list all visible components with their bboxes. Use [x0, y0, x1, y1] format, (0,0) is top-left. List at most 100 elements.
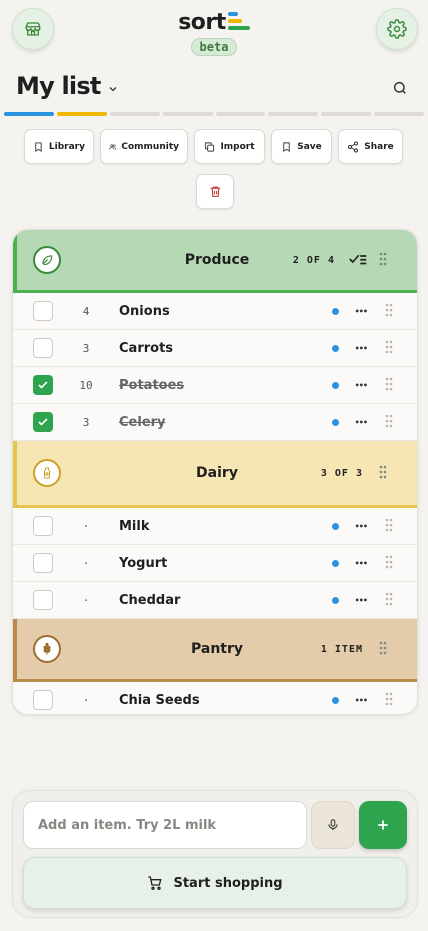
- item-name[interactable]: Yogurt: [119, 556, 167, 571]
- item-name[interactable]: Celery: [119, 415, 166, 430]
- start-shopping-button[interactable]: Start shopping: [23, 857, 407, 909]
- microphone-icon: [328, 819, 338, 831]
- share-icon: [348, 141, 359, 152]
- more-options-icon[interactable]: •••: [355, 522, 368, 531]
- community-button[interactable]: Community: [100, 129, 188, 164]
- share-button[interactable]: Share: [338, 129, 403, 164]
- library-label: Library: [48, 141, 85, 152]
- item-name[interactable]: Carrots: [119, 341, 173, 356]
- more-options-icon[interactable]: •••: [355, 559, 368, 568]
- share-label: Share: [364, 141, 394, 152]
- progress-segment: [215, 112, 266, 116]
- progress-segment: [374, 112, 424, 116]
- item-checkbox[interactable]: [33, 338, 53, 358]
- item-tag-dot: [332, 696, 339, 704]
- more-options-icon[interactable]: •••: [355, 596, 368, 605]
- progress-segment: [56, 112, 107, 116]
- list-item: 3 Carrots •••: [13, 330, 417, 367]
- item-name[interactable]: Potatoes: [119, 378, 184, 393]
- drag-handle-icon[interactable]: [385, 413, 393, 432]
- logo-bar: [227, 19, 242, 23]
- drag-handle-icon[interactable]: [385, 376, 393, 395]
- category-header-pantry[interactable]: Pantry 1 ITEM: [13, 619, 417, 682]
- item-checkbox[interactable]: [33, 412, 53, 432]
- progress-segment: [162, 112, 213, 116]
- drag-handle-icon[interactable]: [385, 302, 393, 321]
- item-quantity[interactable]: ·: [75, 594, 97, 607]
- more-options-icon[interactable]: •••: [355, 344, 368, 353]
- category-header-dairy[interactable]: Dairy 3 OF 3: [13, 441, 417, 508]
- import-button[interactable]: Import: [194, 129, 265, 164]
- check-all-icon[interactable]: [349, 251, 367, 270]
- item-tag-dot: [332, 418, 339, 426]
- drag-handle-icon[interactable]: [385, 691, 393, 710]
- item-name[interactable]: Milk: [119, 519, 150, 534]
- item-checkbox[interactable]: [33, 375, 53, 395]
- item-name[interactable]: Onions: [119, 304, 170, 319]
- item-tag-dot: [332, 559, 339, 567]
- category-count: 2 OF 4: [292, 254, 335, 266]
- item-quantity[interactable]: 4: [75, 305, 97, 318]
- drag-handle-icon[interactable]: [385, 339, 393, 358]
- more-options-icon[interactable]: •••: [355, 307, 368, 316]
- save-label: Save: [297, 141, 322, 152]
- drag-handle-icon[interactable]: [385, 517, 393, 536]
- beta-badge: beta: [190, 38, 238, 56]
- item-checkbox[interactable]: [33, 690, 53, 710]
- progress-bar: [4, 112, 424, 116]
- toolbar: Library Community Import Save Share: [24, 129, 403, 164]
- copy-icon: [205, 141, 215, 152]
- voice-input-button[interactable]: [311, 801, 355, 849]
- item-tag-dot: [332, 522, 339, 530]
- item-checkbox[interactable]: [33, 516, 53, 536]
- search-icon: [393, 81, 406, 94]
- composer-panel: Start shopping: [12, 790, 418, 918]
- drag-handle-icon[interactable]: [379, 640, 387, 659]
- delete-list-button[interactable]: [196, 174, 234, 209]
- item-tag-dot: [332, 344, 339, 352]
- drag-handle-icon[interactable]: [385, 591, 393, 610]
- list-item: 4 Onions •••: [13, 293, 417, 330]
- more-options-icon[interactable]: •••: [355, 696, 368, 705]
- list-item: · Yogurt •••: [13, 545, 417, 582]
- more-options-icon[interactable]: •••: [355, 418, 368, 427]
- save-button[interactable]: Save: [271, 129, 332, 164]
- library-button[interactable]: Library: [24, 129, 94, 164]
- item-quantity[interactable]: ·: [75, 557, 97, 570]
- item-checkbox[interactable]: [33, 553, 53, 573]
- category-count: 1 ITEM: [320, 643, 363, 655]
- category-header-produce[interactable]: Produce 2 OF 4: [13, 230, 417, 293]
- trash-icon: [210, 186, 220, 197]
- item-tag-dot: [332, 307, 339, 315]
- list-switcher[interactable]: My list: [16, 72, 119, 100]
- cart-icon: [148, 876, 162, 890]
- app-logo: sort beta: [0, 10, 428, 56]
- item-quantity[interactable]: 10: [75, 379, 97, 392]
- item-quantity[interactable]: ·: [75, 694, 97, 707]
- progress-segment: [268, 112, 319, 116]
- more-options-icon[interactable]: •••: [355, 381, 368, 390]
- list-item: · Chia Seeds •••: [13, 682, 417, 714]
- drag-handle-icon[interactable]: [385, 554, 393, 573]
- check-icon: [38, 381, 48, 389]
- bookmark-icon: [35, 141, 42, 152]
- item-quantity[interactable]: 3: [75, 416, 97, 429]
- progress-segment: [321, 112, 372, 116]
- logo-bar: [227, 26, 250, 30]
- list-item: 3 Celery •••: [13, 404, 417, 441]
- item-quantity[interactable]: ·: [75, 520, 97, 533]
- item-checkbox[interactable]: [33, 301, 53, 321]
- settings-button[interactable]: [376, 8, 418, 50]
- item-name[interactable]: Chia Seeds: [119, 693, 200, 708]
- item-name[interactable]: Cheddar: [119, 593, 180, 608]
- add-item-button[interactable]: [359, 801, 407, 849]
- drag-handle-icon[interactable]: [379, 464, 387, 483]
- bookmark-icon: [283, 141, 290, 152]
- people-icon: [109, 143, 117, 149]
- search-button[interactable]: [392, 80, 408, 100]
- drag-handle-icon[interactable]: [379, 251, 387, 270]
- item-quantity[interactable]: 3: [75, 342, 97, 355]
- import-label: Import: [220, 141, 255, 152]
- add-item-input[interactable]: [23, 801, 307, 849]
- item-checkbox[interactable]: [33, 590, 53, 610]
